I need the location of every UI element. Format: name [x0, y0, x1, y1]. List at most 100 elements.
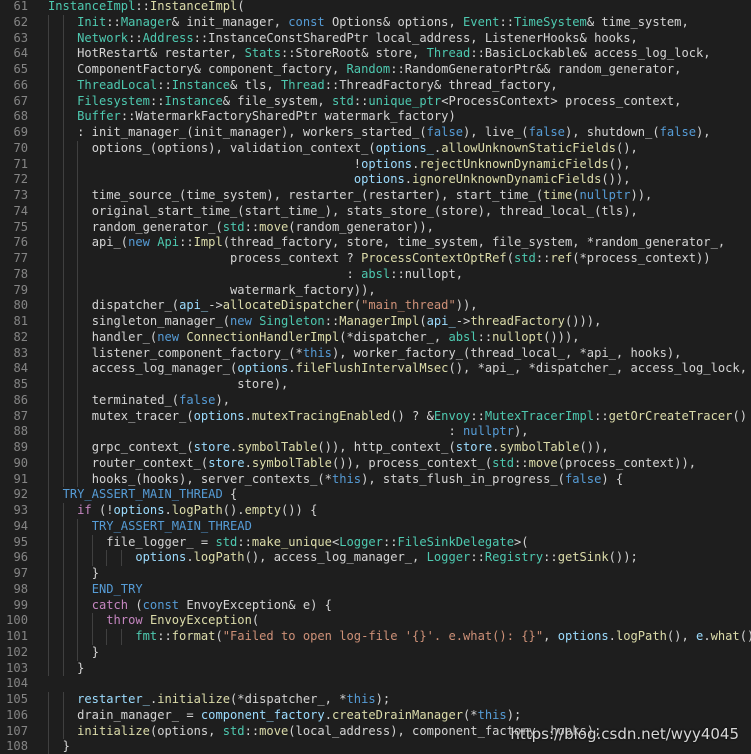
code-line[interactable]: 74 original_start_time_(start_time_), st… [0, 203, 751, 220]
code-line[interactable]: 67 Filesystem::Instance& file_system, st… [0, 93, 751, 110]
code-token: logPath [193, 550, 245, 565]
code-token: :: [244, 723, 260, 738]
code-line[interactable]: 81 singleton_manager_(new Singleton::Man… [0, 314, 751, 330]
code-token: ()), [601, 172, 631, 187]
code-token: terminated_( [91, 392, 180, 407]
code-line[interactable]: 70 options_(options), validation_context… [0, 140, 751, 157]
code-line[interactable]: 66 ThreadLocal::Instance& tls, Thread::T… [0, 77, 751, 94]
code-line[interactable]: 90 router_context_(store.symbolTable()),… [0, 455, 751, 472]
code-line[interactable]: 94 TRY_ASSERT_MAIN_THREAD [0, 518, 751, 535]
code-line[interactable]: 79 watermark_factory)), [0, 282, 751, 299]
code-token: ( [215, 629, 223, 643]
code-line[interactable]: 82 handler_(new ConnectionHandlerImpl(*d… [0, 329, 751, 346]
code-line[interactable]: 73 time_source_(time_system), restarter_… [0, 188, 751, 204]
code-line[interactable]: 86 terminated_(false), [0, 392, 751, 409]
code-line[interactable]: 85 store), [0, 377, 751, 393]
code-line[interactable]: 83 listener_component_factory_(*this), w… [0, 345, 751, 362]
line-number: 63 [13, 30, 28, 45]
code-token: mutexTracingEnabled [251, 408, 391, 423]
code-text: drain_manager_ = component_factory.creat… [48, 708, 521, 724]
code-line[interactable]: 88 : nullptr), [0, 424, 751, 440]
code-token: (local_address), component_factory, hook… [288, 723, 602, 738]
code-line[interactable]: 68 Buffer::WatermarkFactorySharedPtr wat… [0, 109, 751, 125]
code-token: std [215, 534, 238, 549]
line-number: 75 [13, 219, 28, 234]
code-token: EnvoyException& e) { [179, 597, 332, 612]
code-token: (process_context)), [557, 455, 697, 470]
code-line[interactable]: 65 ComponentFactory& component_factory, … [0, 62, 751, 78]
code-text: options.logPath(), access_log_manager_, … [48, 550, 637, 566]
code-line[interactable]: 95 file_logger_ = std::make_unique<Logge… [0, 534, 751, 551]
code-token: >( [514, 534, 529, 549]
code-token: std [492, 455, 514, 470]
code-token: ( [237, 0, 245, 13]
code-token: :: [149, 93, 165, 108]
code-line[interactable]: 61 InstanceImpl::InstanceImpl( [0, 0, 751, 15]
code-line[interactable]: 69 : init_manager_(init_manager), worker… [0, 125, 751, 141]
code-line[interactable]: 93 if (!options.logPath().empty()) { [0, 503, 751, 519]
line-number: 61 [13, 0, 28, 13]
code-token: :: [499, 14, 514, 29]
code-token: access_log_manager_( [91, 361, 238, 376]
code-token: logPath [615, 629, 667, 643]
code-token: getOrCreateTracer [608, 408, 733, 423]
code-token: EnvoyException [149, 613, 252, 628]
code-line[interactable]: 84 access_log_manager_(options.fileFlush… [0, 361, 751, 377]
code-token: . [164, 503, 172, 517]
code-token: (), [666, 629, 697, 643]
line-number: 100 [6, 613, 28, 628]
code-token: fmt [135, 629, 158, 643]
code-line[interactable]: 75 random_generator_(std::move(random_ge… [0, 219, 751, 236]
code-line[interactable]: 99 catch (const EnvoyException& e) { [0, 597, 751, 614]
code-token: grpc_context_( [91, 440, 194, 454]
code-line[interactable]: 62 Init::Manager& init_manager, const Op… [0, 14, 751, 31]
code-line[interactable]: 77 process_context ? ProcessContextOptRe… [0, 251, 751, 267]
code-line[interactable]: 101 fmt::format("Failed to open log-file… [0, 629, 751, 645]
code-line[interactable]: 100 throw EnvoyException( [0, 613, 751, 629]
code-line[interactable]: 102 } [0, 644, 751, 661]
code-token: :: [244, 219, 260, 234]
code-line[interactable]: 103 } [0, 660, 751, 677]
code-line[interactable]: 71 !options.rejectUnknownDynamicFields()… [0, 156, 751, 173]
code-token: ())); [739, 629, 751, 643]
code-line[interactable]: 92 TRY_ASSERT_MAIN_THREAD { [0, 487, 751, 503]
code-token: options [113, 503, 165, 517]
code-line[interactable]: 87 mutex_tracer_(options.mutexTracingEna… [0, 408, 751, 425]
code-token: "Failed to open log-file '{}'. e.what():… [222, 629, 544, 643]
code-line[interactable]: 107 initialize(options, std::move(local_… [0, 723, 751, 740]
code-token: )), [630, 188, 653, 202]
code-token: :: [594, 408, 609, 423]
code-token: this [302, 345, 332, 360]
code-token: ); [506, 707, 522, 722]
code-token: : [91, 266, 362, 281]
code-token: symbolTable [237, 440, 318, 454]
code-token: store), [91, 377, 289, 391]
code-editor[interactable]: 61 InstanceImpl::InstanceImpl(62 Init::Ma… [0, 0, 751, 754]
code-line[interactable]: 104 [0, 676, 751, 692]
code-token: options [135, 550, 187, 565]
code-token: & tls, [230, 77, 281, 92]
code-token: (*dispatcher_, * [230, 692, 347, 706]
code-token: options [557, 629, 609, 643]
code-line[interactable]: 63 Network::Address::InstanceConstShared… [0, 30, 751, 47]
code-line[interactable]: 98 END_TRY [0, 581, 751, 598]
code-line[interactable]: 76 api_(new Api::Impl(thread_factory, st… [0, 235, 751, 251]
code-token: router_context_( [91, 455, 209, 470]
code-line[interactable]: 105 restarter_.initialize(*dispatcher_, … [0, 692, 751, 708]
code-text: } [48, 661, 84, 677]
code-token: const [288, 14, 325, 29]
line-number: 92 [13, 487, 28, 502]
code-line[interactable]: 91 hooks_(hooks), server_contexts_(*this… [0, 471, 751, 488]
code-line[interactable]: 106 drain_manager_ = component_factory.c… [0, 707, 751, 724]
code-line[interactable]: 96 options.logPath(), access_log_manager… [0, 550, 751, 566]
code-text: grpc_context_(store.symbolTable()), http… [48, 440, 609, 456]
code-line[interactable]: 64 HotRestart& restarter, Stats::StoreRo… [0, 46, 751, 62]
code-line[interactable]: 78 : absl::nullopt, [0, 266, 751, 283]
code-line[interactable]: 72 options.ignoreUnknownDynamicFields())… [0, 172, 751, 188]
code-line[interactable]: 89 grpc_context_(store.symbolTable()), h… [0, 440, 751, 456]
code-line[interactable]: 80 dispatcher_(api_->allocateDispatcher(… [0, 298, 751, 314]
code-line[interactable]: 97 } [0, 566, 751, 582]
code-line[interactable]: 108 } [0, 739, 751, 754]
code-token: , [543, 629, 558, 643]
